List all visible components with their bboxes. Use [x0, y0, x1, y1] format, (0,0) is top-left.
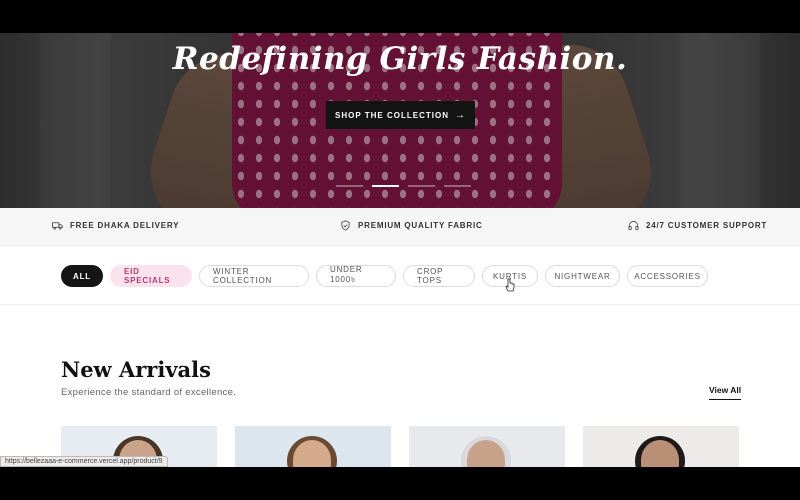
filter-chip-accessories[interactable]: ACCESSORIES — [627, 265, 708, 287]
arrow-right-icon: → — [454, 109, 466, 121]
browser-viewport: Redefining Girls Fashion. SHOP THE COLLE… — [0, 33, 800, 467]
truck-icon — [52, 222, 63, 230]
mouse-pointer-icon — [505, 278, 515, 292]
shop-collection-label: SHOP THE COLLECTION — [335, 110, 449, 120]
features-strip: FREE DHAKA DELIVERY PREMIUM QUALITY FABR… — [0, 208, 800, 246]
hero-title: Redefining Girls Fashion. — [172, 41, 628, 77]
feature-label: 24/7 CUSTOMER SUPPORT — [646, 221, 768, 230]
product-card[interactable] — [409, 426, 565, 467]
shop-collection-button[interactable]: SHOP THE COLLECTION → — [326, 101, 475, 129]
video-letterbox-bottom — [0, 467, 800, 500]
new-arrivals-title: New Arrivals — [61, 357, 211, 382]
filter-chip-under-1000[interactable]: UNDER 1000৳ — [316, 265, 396, 287]
filter-chip-nightwear[interactable]: NIGHTWEAR — [545, 265, 620, 287]
category-filter-bar: ALL EID SPECIALS WINTER COLLECTION UNDER… — [61, 265, 708, 287]
carousel-dot[interactable] — [408, 185, 435, 187]
shield-check-icon — [341, 220, 350, 231]
carousel-indicators — [336, 185, 471, 187]
new-arrivals-subtitle: Experience the standard of excellence. — [61, 387, 237, 398]
feature-label: PREMIUM QUALITY FABRIC — [358, 221, 483, 230]
link-status-url: https://bellezaaa-e-commerce.vercel.app/… — [0, 456, 168, 467]
filter-chip-winter-collection[interactable]: WINTER COLLECTION — [199, 265, 309, 287]
feature-delivery: FREE DHAKA DELIVERY — [52, 220, 179, 231]
feature-quality: PREMIUM QUALITY FABRIC — [340, 220, 483, 231]
filter-chip-crop-tops[interactable]: CROP TOPS — [403, 265, 475, 287]
carousel-dot-active[interactable] — [372, 185, 399, 187]
hero-banner: Redefining Girls Fashion. SHOP THE COLLE… — [0, 33, 800, 208]
section-divider — [0, 304, 800, 305]
feature-support: 24/7 CUSTOMER SUPPORT — [628, 220, 767, 231]
video-letterbox-top — [0, 0, 800, 33]
filter-chip-all[interactable]: ALL — [61, 265, 103, 287]
product-card[interactable] — [235, 426, 391, 467]
headphones-icon — [628, 220, 639, 231]
feature-label: FREE DHAKA DELIVERY — [70, 221, 180, 230]
carousel-dot[interactable] — [444, 185, 471, 187]
view-all-link[interactable]: View All — [709, 385, 742, 400]
product-card[interactable] — [583, 426, 739, 467]
carousel-dot[interactable] — [336, 185, 363, 187]
filter-chip-eid-specials[interactable]: EID SPECIALS — [110, 265, 192, 287]
